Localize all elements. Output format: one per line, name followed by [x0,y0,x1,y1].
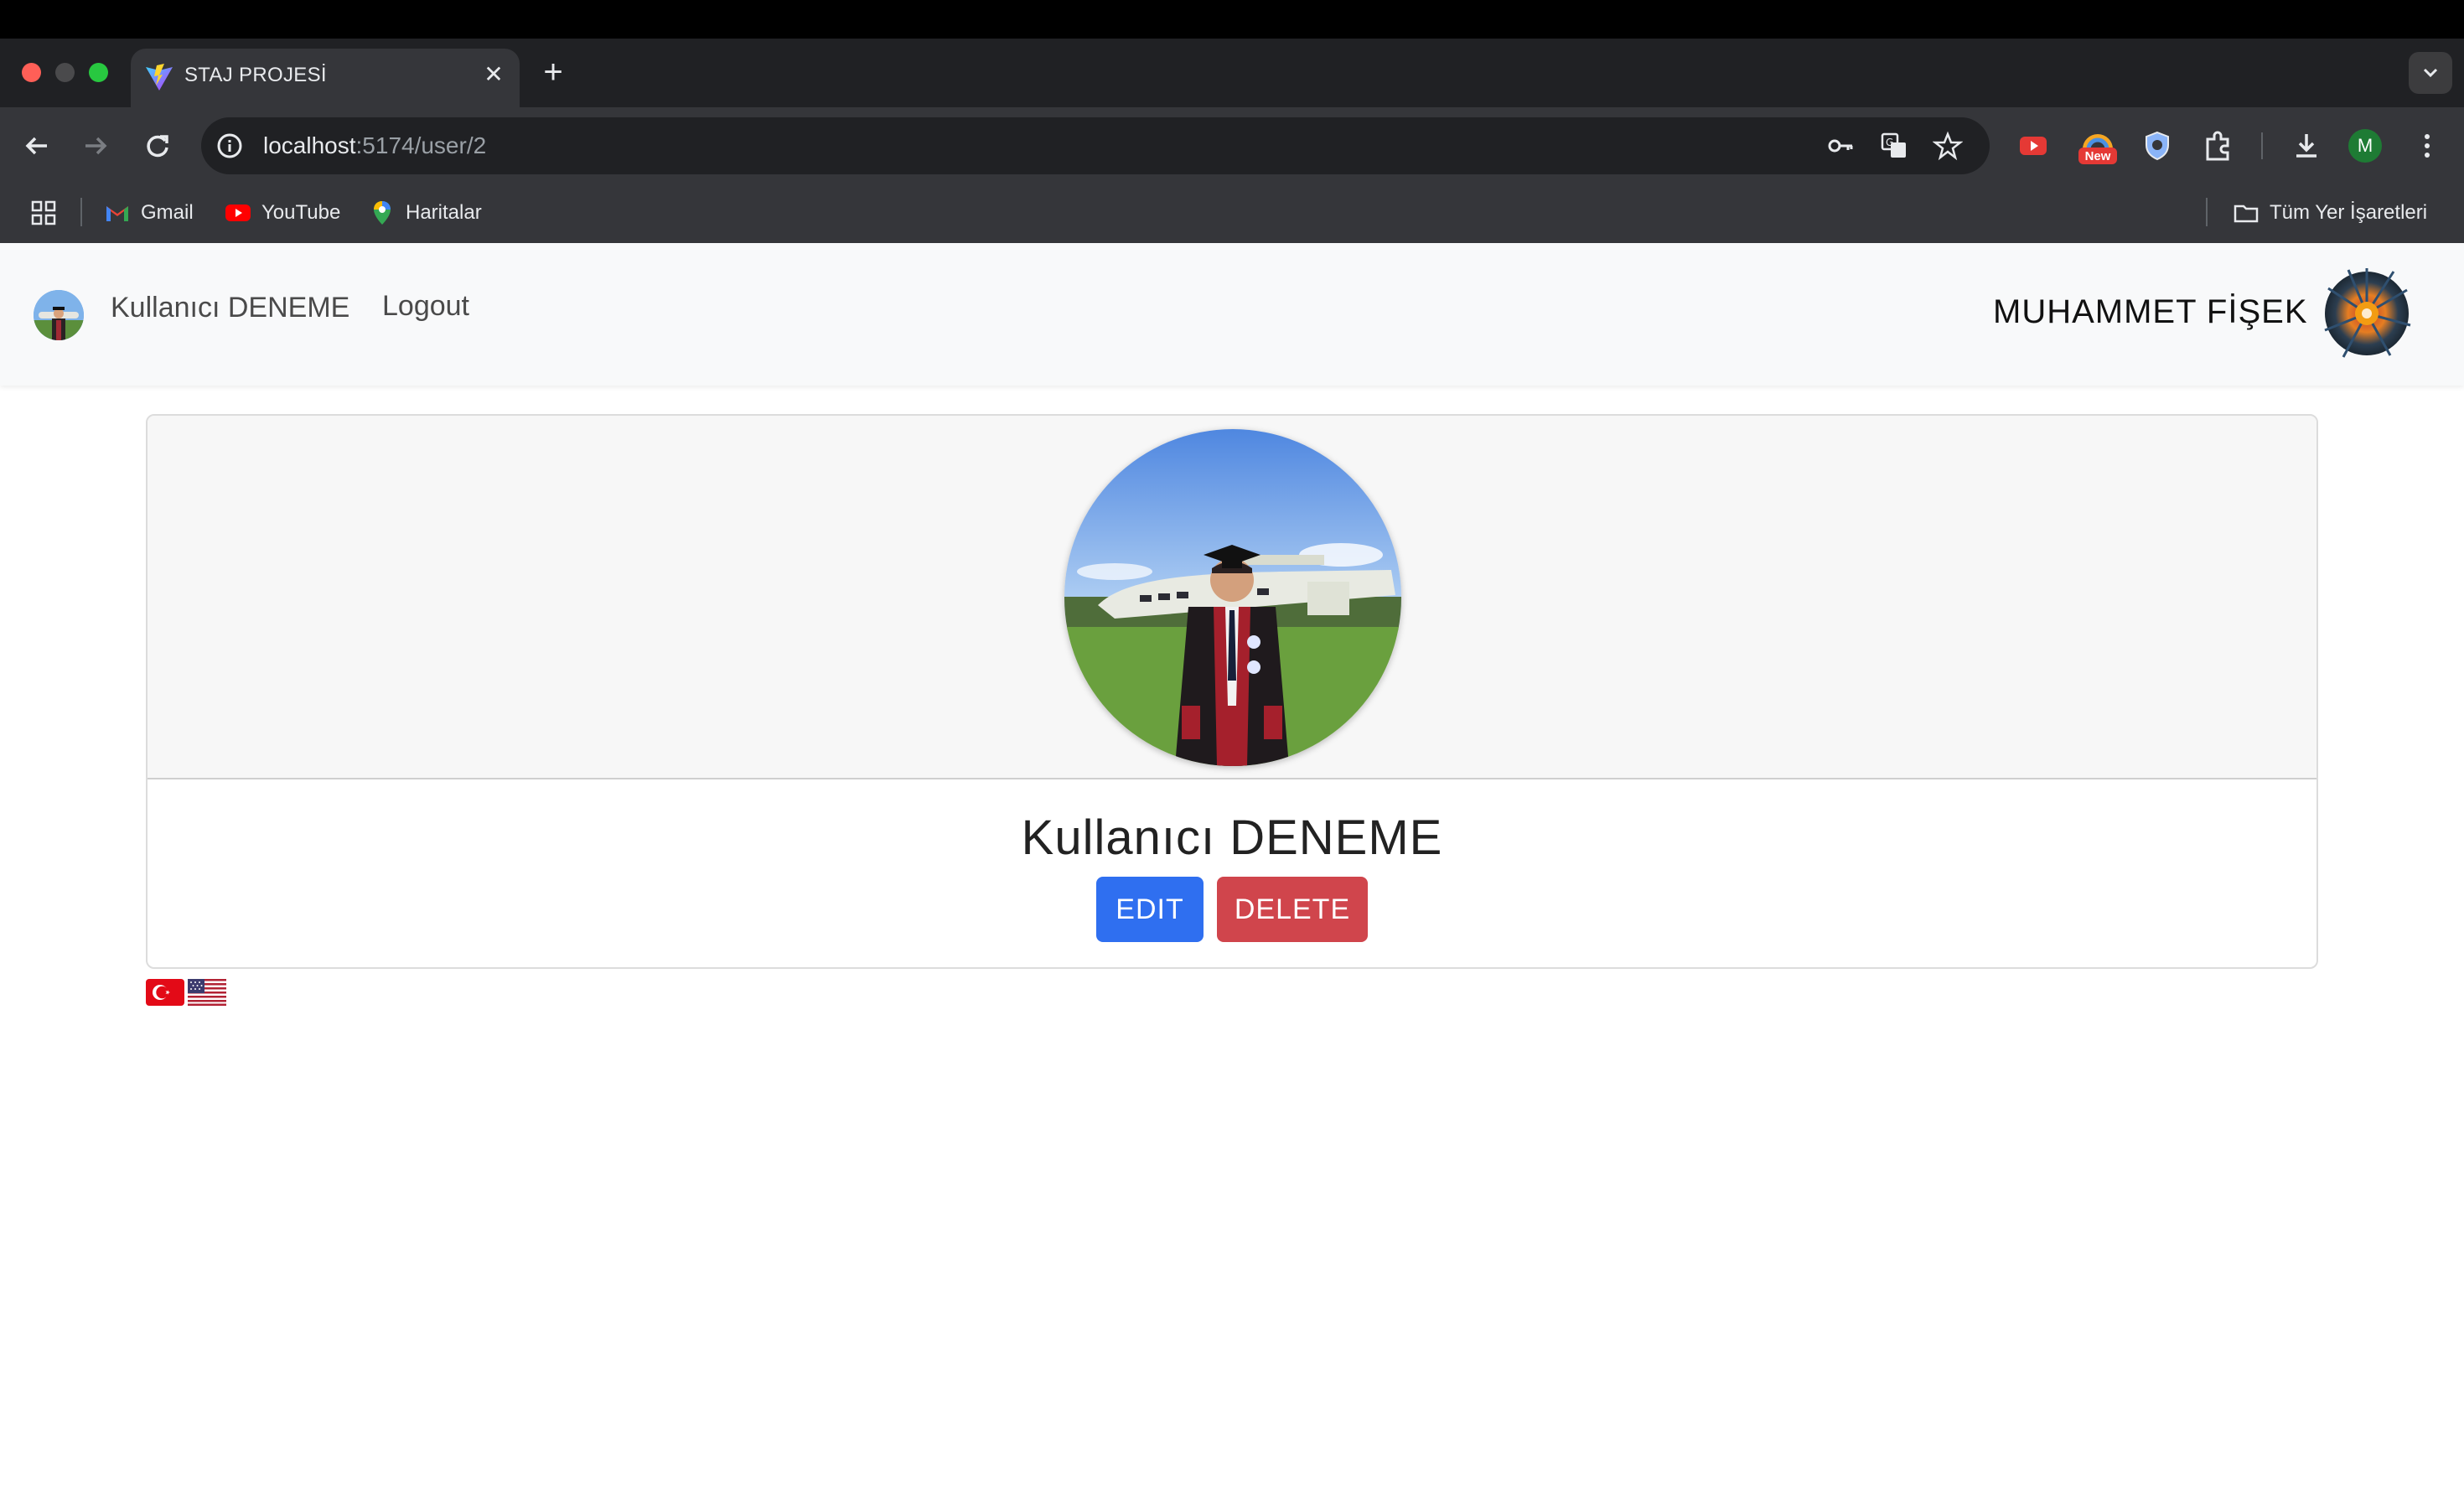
bookmark-label: YouTube [261,201,341,224]
translate-icon[interactable]: G [1879,131,1909,161]
profile-photo [1064,429,1401,766]
minimize-window-button[interactable] [55,63,75,82]
all-bookmarks-label: Tüm Yer İşaretleri [2270,201,2428,224]
toolbar-separator [2261,132,2263,159]
youtube-extension-icon[interactable] [2015,127,2052,164]
browser-tab[interactable]: STAJ PROJESİ ✕ [131,49,520,107]
url-text[interactable]: localhost:5174/user/2 [263,132,486,159]
key-icon[interactable] [1825,131,1856,161]
close-window-button[interactable] [22,63,41,82]
maps-pin-icon [374,201,391,225]
card-user-name: Kullanıcı DENEME [1021,810,1443,865]
address-bar[interactable]: localhost:5174/user/2 G [201,117,1990,174]
card-header [148,416,2316,779]
bookmark-label: Gmail [141,201,194,224]
apps-grid-icon[interactable] [28,198,59,228]
us-flag-icon[interactable] [186,976,228,1009]
nav-user-link[interactable]: Kullanıcı DENEME [111,292,349,324]
brand-name[interactable]: MUHAMMET FİŞEK [1993,293,2308,331]
bookmarks-separator [80,198,82,226]
bookmark-gmail[interactable]: Gmail [104,198,194,228]
tab-title: STAJ PROJESİ [184,64,327,86]
menu-dots-icon[interactable] [2409,127,2446,164]
maximize-window-button[interactable] [89,63,108,82]
language-switcher [144,976,228,1011]
all-bookmarks-button[interactable]: Tüm Yer İşaretleri [2233,198,2427,228]
edit-button[interactable]: EDIT [1096,877,1204,942]
user-avatar[interactable] [34,290,84,340]
close-tab-icon[interactable]: ✕ [479,60,508,89]
site-info-icon[interactable] [215,131,245,161]
avatar-photo [34,290,84,340]
bookmark-youtube[interactable]: YouTube [225,198,340,228]
shield-icon[interactable] [2139,127,2176,164]
bookmark-label: Haritalar [406,201,482,224]
gmail-icon [106,206,128,221]
app-navbar: Kullanıcı DENEME Logout MUHAMMET FİŞEK [0,243,2464,386]
puzzle-extensions-icon[interactable] [2199,127,2236,164]
vite-icon [146,64,173,91]
back-arrow-icon[interactable] [18,127,55,164]
profile-avatar[interactable]: M [2348,129,2382,163]
turkey-flag-icon[interactable] [144,976,186,1009]
forward-arrow-icon[interactable] [77,127,114,164]
youtube-icon [225,205,251,221]
chevron-down-icon [2423,68,2438,78]
os-menu-bar [0,0,2464,39]
bookmark-star-icon[interactable] [1933,131,1963,161]
bookmark-maps[interactable]: Haritalar [369,198,482,228]
svg-text:New: New [2085,149,2111,163]
tab-search-button[interactable] [2409,52,2452,94]
fireworks-logo-icon[interactable] [2323,265,2415,365]
svg-text:G: G [1886,137,1893,148]
bookmarks-separator [2206,198,2208,226]
delete-button[interactable]: DELETE [1217,877,1368,942]
logout-link[interactable]: Logout [382,290,469,323]
new-extension-icon[interactable]: New [2077,126,2119,166]
graduation-photo [1064,429,1401,766]
reload-icon[interactable] [139,127,176,164]
download-icon[interactable] [2288,127,2325,164]
user-profile-card: Kullanıcı DENEME EDIT DELETE [146,414,2318,969]
folder-icon [2234,205,2259,223]
new-tab-button[interactable]: + [536,55,570,89]
